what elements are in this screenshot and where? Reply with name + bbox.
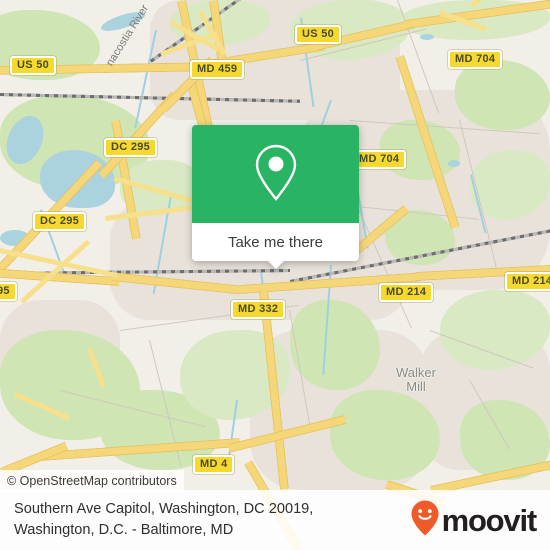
road-shield-md-4[interactable]: MD 4 bbox=[193, 455, 235, 474]
location-popup-card[interactable]: Take me there bbox=[192, 125, 359, 269]
road-shield-dc-295-south[interactable]: DC 295 bbox=[33, 212, 87, 231]
moovit-logo[interactable]: moovit bbox=[410, 499, 538, 542]
map-screenshot: nacostia River Walker Mill US 50 US 50 M… bbox=[0, 0, 550, 550]
road-shield-md-704-north[interactable]: MD 704 bbox=[448, 50, 503, 69]
footer-bar: Southern Ave Capitol, Washington, DC 200… bbox=[0, 490, 550, 550]
moovit-pin-icon bbox=[410, 499, 440, 542]
popup-pin-area bbox=[192, 125, 359, 223]
water-body bbox=[448, 160, 460, 167]
road-shield-dc-295-north[interactable]: DC 295 bbox=[104, 138, 158, 157]
road-shield-md-214-west[interactable]: MD 214 bbox=[379, 283, 434, 302]
road-shield-us-50-east[interactable]: US 50 bbox=[295, 25, 342, 44]
popup-pointer-tip bbox=[267, 261, 284, 269]
water-body bbox=[420, 34, 434, 40]
moovit-wordmark: moovit bbox=[441, 502, 538, 538]
road-shield-md-332[interactable]: MD 332 bbox=[231, 300, 286, 319]
road-shield-md-704-mid[interactable]: MD 704 bbox=[352, 150, 407, 169]
place-label-walker-mill: Walker Mill bbox=[396, 366, 436, 394]
take-me-there-label: Take me there bbox=[227, 233, 324, 251]
place-label-line2: Mill bbox=[406, 379, 426, 394]
address-block: Southern Ave Capitol, Washington, DC 200… bbox=[14, 499, 313, 541]
road-shield-i-95[interactable]: 95 bbox=[0, 282, 17, 301]
map-canvas[interactable]: nacostia River Walker Mill US 50 US 50 M… bbox=[0, 0, 550, 550]
road-shield-us-50-west[interactable]: US 50 bbox=[10, 56, 57, 75]
place-label-line1: Walker bbox=[396, 365, 436, 380]
address-line-1: Southern Ave Capitol, Washington, DC 200… bbox=[14, 501, 314, 517]
map-pin-icon bbox=[252, 142, 300, 207]
road-shield-md-459[interactable]: MD 459 bbox=[190, 60, 245, 79]
take-me-there-button[interactable]: Take me there bbox=[192, 223, 359, 261]
road-shield-md-214-east[interactable]: MD 214 bbox=[505, 272, 550, 291]
address-line-2: Washington, D.C. - Baltimore, MD bbox=[14, 522, 234, 538]
map-attribution[interactable]: © OpenStreetMap contributors bbox=[0, 470, 184, 492]
